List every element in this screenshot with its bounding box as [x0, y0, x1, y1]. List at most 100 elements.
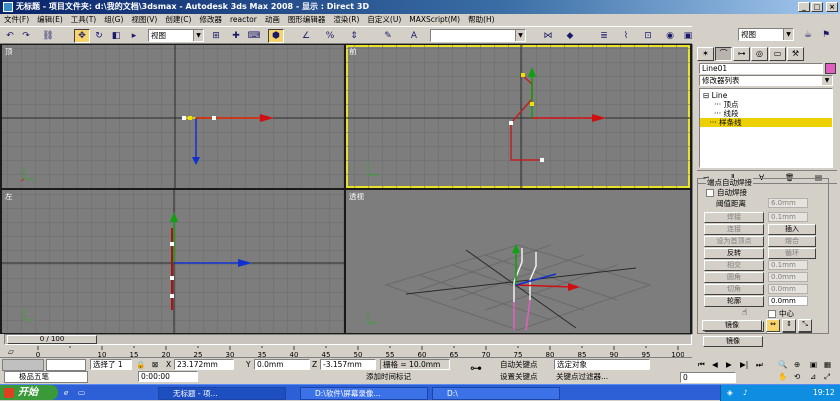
crossinsert-spinner[interactable]: 0.1mm	[768, 260, 808, 270]
lock-selection-icon[interactable]: 🔒	[136, 360, 145, 369]
reverse-button[interactable]: 反转	[704, 248, 764, 259]
task-explorer[interactable]: D:\	[432, 387, 560, 400]
play-icon[interactable]: ▶	[726, 360, 732, 369]
go-to-start-icon[interactable]: ⏮	[698, 360, 705, 369]
go-to-end-icon[interactable]: ⏭	[756, 360, 763, 369]
quicklaunch-ie-icon[interactable]: ℯ	[64, 388, 68, 397]
maxscript-mini-input[interactable]	[46, 359, 86, 371]
outline-button[interactable]: 轮廓	[704, 296, 764, 307]
field-of-view-icon[interactable]: ⊿	[810, 372, 816, 381]
pan-icon[interactable]: ✋	[778, 372, 787, 381]
key-mode-icon[interactable]: ⊶	[470, 362, 482, 374]
stack-item-segment[interactable]: ··· 线段	[714, 109, 739, 118]
chamfer-button[interactable]: 切角	[704, 284, 764, 295]
keyboard-shortcut-icon[interactable]: ⌨	[246, 29, 262, 43]
viewport-left-label[interactable]: 左	[5, 191, 13, 202]
minimize-button[interactable]: _	[798, 2, 810, 12]
weld-button[interactable]: 焊接	[704, 212, 764, 223]
named-selection-select[interactable]: ▼	[430, 29, 526, 42]
viewport-front[interactable]: 前	[346, 45, 690, 188]
z-coord-field[interactable]: -3.157mm	[320, 359, 376, 370]
center-checkbox[interactable]	[768, 310, 776, 318]
named-selection-edit-icon[interactable]: ✎	[380, 29, 396, 43]
fillet-spinner[interactable]: 0.0mm	[768, 272, 808, 282]
time-slider-track[interactable]: 0 / 100	[4, 334, 692, 345]
reference-coordinate-select[interactable]: 视图 ▼	[148, 29, 204, 42]
x-coord-field[interactable]: 23.172mm	[174, 359, 234, 370]
snap-toggle-icon[interactable]: ⬢	[268, 29, 284, 43]
mirror-v-icon[interactable]: ⇕	[782, 319, 796, 332]
menu-modifiers[interactable]: 修改器	[195, 14, 226, 26]
menu-group[interactable]: 组(G)	[100, 14, 127, 26]
fuse-button[interactable]: 熔合	[768, 236, 816, 247]
material-editor-icon[interactable]: ◉	[662, 29, 678, 43]
task-3dsmax[interactable]: 无标题 - 项...	[158, 387, 286, 400]
key-filters-button[interactable]: 关键点过滤器...	[556, 372, 608, 381]
menu-graph-editors[interactable]: 图形编辑器	[284, 14, 330, 26]
render-type-select[interactable]: 视图 ▼	[738, 28, 794, 41]
motion-tab-icon[interactable]: ◎	[751, 47, 768, 61]
zoom-extents-all-icon[interactable]: ▦	[824, 360, 831, 369]
weld-spinner[interactable]: 0.1mm	[768, 212, 808, 222]
chamfer-spinner[interactable]: 0.0mm	[768, 284, 808, 294]
redo-icon[interactable]: ↷	[18, 29, 34, 43]
threshold-spinner[interactable]: 6.0mm	[768, 198, 808, 208]
mirror-button-lower[interactable]: 镜像	[702, 320, 762, 331]
cycle-button[interactable]: 循环	[768, 248, 816, 259]
undo-icon[interactable]: ↶	[2, 29, 18, 43]
zoom-all-icon[interactable]: ⊕	[794, 360, 800, 369]
orbit-icon[interactable]: ⟲	[794, 372, 800, 381]
angle-snap-icon[interactable]: ∠	[298, 29, 314, 43]
object-name-field[interactable]: Line01	[699, 63, 823, 74]
menu-help[interactable]: 帮助(H)	[464, 14, 499, 26]
outline-spinner[interactable]: 0.0mm	[768, 296, 808, 306]
viewport-top[interactable]: 顶	[2, 45, 344, 188]
mirror-h-icon[interactable]: ⇔	[766, 319, 780, 332]
select-link-icon[interactable]: ⛓	[40, 29, 56, 43]
absolute-mode-icon[interactable]: ⊠	[152, 360, 158, 369]
display-tab-icon[interactable]: ▭	[769, 47, 786, 61]
menu-maxscript[interactable]: MAXScript(M)	[405, 14, 464, 26]
maximize-button[interactable]: □	[811, 2, 823, 12]
viewport-perspective[interactable]: 透视	[346, 190, 690, 333]
pivot-icon[interactable]: ⊞	[208, 29, 224, 43]
stack-item-spline[interactable]: ··· 样条线	[700, 118, 832, 127]
object-color-swatch[interactable]	[825, 63, 836, 74]
viewport-top-label[interactable]: 顶	[5, 46, 13, 57]
menu-animation[interactable]: 动画	[261, 14, 284, 26]
viewport-left[interactable]: 左	[2, 190, 344, 333]
select-rotate-icon[interactable]: ↻	[91, 29, 107, 43]
menu-edit[interactable]: 编辑(E)	[33, 14, 67, 26]
quicklaunch-desktop-icon[interactable]: ▭	[78, 388, 85, 397]
utilities-tab-icon[interactable]: ⚒	[787, 47, 804, 61]
make-first-button[interactable]: 设为首顶点	[704, 236, 764, 247]
maxscript-listener[interactable]	[2, 359, 44, 371]
track-bar-icon[interactable]: ⏥	[8, 347, 14, 356]
spinner-snap-icon[interactable]: ⇕	[346, 29, 362, 43]
menu-tools[interactable]: 工具(T)	[67, 14, 100, 26]
prev-frame-icon[interactable]: ◀	[712, 360, 718, 369]
connect-button[interactable]: 连接	[704, 224, 764, 235]
auto-key-button[interactable]: 自动关键点	[500, 360, 538, 369]
menu-rendering[interactable]: 渲染(R)	[329, 14, 363, 26]
time-slider-thumb[interactable]: 0 / 100	[7, 335, 97, 344]
ime-indicator[interactable]: 极品五笔	[4, 371, 88, 383]
auto-weld-checkbox[interactable]	[706, 189, 714, 197]
close-button[interactable]: ×	[826, 2, 838, 12]
stack-item-line[interactable]: ⊟ Line	[703, 91, 727, 100]
insert-button[interactable]: 插入	[768, 224, 816, 235]
hierarchy-tab-icon[interactable]: ⊶	[733, 47, 750, 61]
stack-item-vertex[interactable]: ··· 顶点	[714, 100, 739, 109]
zoom-extents-icon[interactable]: ▣	[810, 360, 817, 369]
select-scale-icon[interactable]: ◧	[108, 29, 124, 43]
next-frame-icon[interactable]: ▶|	[740, 360, 748, 369]
tray-icon[interactable]: ◈	[727, 388, 733, 397]
select-object-icon[interactable]: ▸	[126, 29, 142, 43]
viewport-front-label[interactable]: 前	[349, 46, 357, 57]
menu-create[interactable]: 创建(C)	[161, 14, 195, 26]
volume-icon[interactable]: ♪	[743, 388, 748, 397]
modifier-list-select[interactable]: 修改器列表 ▼	[699, 75, 833, 86]
y-coord-field[interactable]: 0.0mm	[254, 359, 310, 370]
mirror-icon[interactable]: ⋈	[540, 29, 556, 43]
set-key-button[interactable]: 设置关键点	[500, 372, 538, 381]
